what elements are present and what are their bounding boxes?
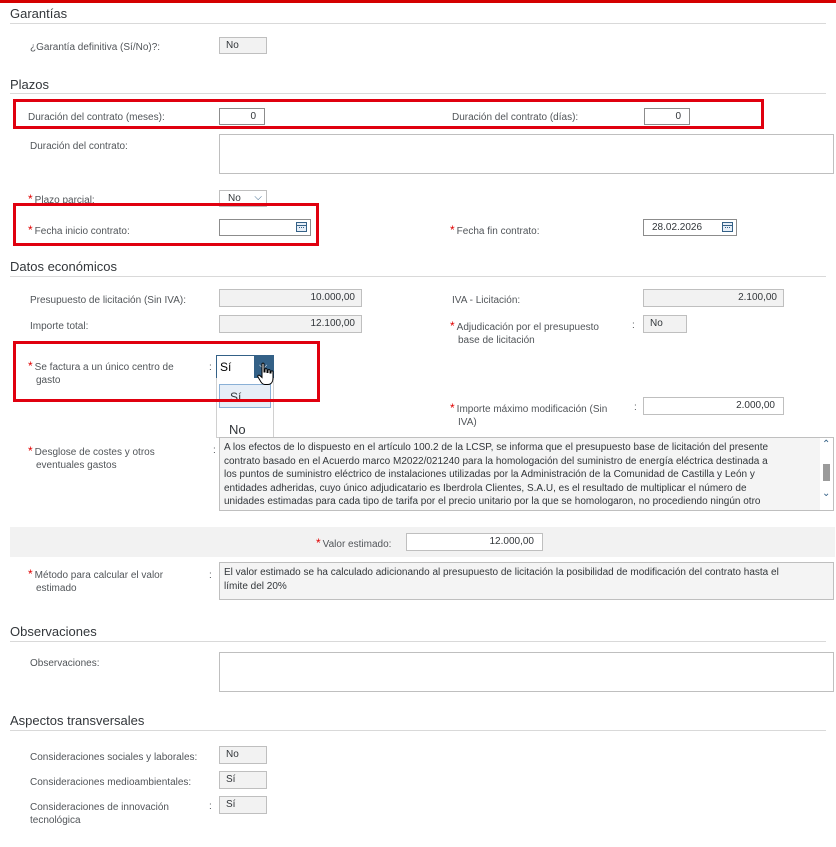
section-title-aspectos: Aspectos transversales bbox=[10, 713, 145, 728]
metodo-line: El valor estimado se ha calculado adicio… bbox=[224, 567, 779, 578]
iva-label: IVA - Licitación: bbox=[452, 295, 521, 306]
colon: : bbox=[209, 801, 212, 812]
section-title-plazos: Plazos bbox=[10, 77, 50, 92]
section-divider bbox=[10, 641, 826, 642]
duracion-contrato-textarea[interactable] bbox=[219, 134, 834, 174]
adjudicacion-value: No bbox=[643, 315, 687, 333]
section-divider bbox=[10, 730, 826, 731]
innovacion-label: Consideraciones de innovación tecnológica bbox=[30, 802, 169, 826]
section-divider bbox=[10, 93, 826, 94]
desglose-scrollbar[interactable]: ⌃ ⌄ bbox=[820, 438, 833, 510]
fecha-fin-input[interactable]: 28.02.2026 bbox=[643, 219, 737, 236]
observaciones-textarea[interactable] bbox=[219, 652, 834, 692]
medioambientales-value: Sí bbox=[219, 771, 267, 789]
metodo-line: límite del 20% bbox=[224, 580, 287, 592]
innovacion-value: Sí bbox=[219, 796, 267, 814]
metodo-label: * Método para calcular el valor estimado bbox=[28, 567, 164, 595]
highlight-factura-centro bbox=[13, 341, 320, 402]
required-asterisk: * bbox=[450, 319, 455, 333]
importe-total-label: Importe total: bbox=[30, 321, 89, 332]
garantia-definitiva-label: ¿Garantía definitiva (Sí/No)?: bbox=[30, 42, 161, 53]
importe-total-value: 12.100,00 bbox=[219, 315, 362, 333]
highlight-fecha-inicio bbox=[13, 203, 319, 246]
desglose-line: unidades estimadas para cada tipo de tar… bbox=[224, 496, 761, 507]
required-asterisk: * bbox=[450, 223, 455, 237]
colon: : bbox=[634, 402, 637, 413]
metodo-textarea[interactable]: El valor estimado se ha calculado adicio… bbox=[219, 562, 834, 600]
observaciones-label: Observaciones: bbox=[30, 658, 100, 669]
colon: : bbox=[213, 445, 216, 456]
scrollbar-thumb[interactable] bbox=[823, 464, 830, 481]
option-label: No bbox=[229, 422, 246, 437]
presupuesto-label: Presupuesto de licitación (Sin IVA): bbox=[30, 295, 187, 306]
duracion-contrato-label: Duración del contrato: bbox=[30, 141, 128, 152]
desglose-textarea[interactable]: A los efectos de lo dispuesto en el artí… bbox=[219, 437, 834, 511]
sociales-value: No bbox=[219, 746, 267, 764]
required-asterisk: * bbox=[28, 444, 33, 458]
chevron-down-icon[interactable]: ⌄ bbox=[822, 488, 830, 499]
top-red-bar bbox=[0, 0, 836, 3]
required-asterisk: * bbox=[28, 567, 33, 581]
valor-estimado-input[interactable]: 12.000,00 bbox=[406, 533, 543, 551]
desglose-line: A los efectos de lo dispuesto en el artí… bbox=[224, 442, 769, 453]
metodo-text: El valor estimado se ha calculado adicio… bbox=[224, 566, 779, 593]
section-title-observaciones: Observaciones bbox=[10, 624, 97, 639]
valor-estimado-label: * Valor estimado: bbox=[316, 536, 392, 551]
medioambientales-label: Consideraciones medioambientales: bbox=[30, 777, 192, 788]
fecha-fin-value: 28.02.2026 bbox=[652, 222, 703, 233]
importe-max-label: * Importe máximo modificación (Sin IVA) bbox=[450, 401, 608, 429]
desglose-line: los puntos de suministro eléctrico de in… bbox=[224, 469, 755, 480]
section-divider bbox=[10, 276, 826, 277]
chevron-up-icon[interactable]: ⌃ bbox=[822, 439, 830, 450]
adjudicacion-label: * Adjudicación por el presupuesto base de … bbox=[450, 319, 599, 347]
sociales-label: Consideraciones sociales y laborales: bbox=[30, 752, 198, 763]
colon: : bbox=[209, 570, 212, 581]
desglose-text: A los efectos de lo dispuesto en el artí… bbox=[224, 441, 816, 509]
dropdown-option-no[interactable]: No bbox=[219, 417, 271, 437]
desglose-label: * Desglose de costes y otros eventuales ga… bbox=[28, 444, 155, 472]
iva-value: 2.100,00 bbox=[643, 289, 784, 307]
highlight-duracion bbox=[13, 99, 764, 129]
section-divider bbox=[10, 23, 826, 24]
desglose-line: entidades adheridas, cuyo único adjudica… bbox=[224, 482, 747, 494]
importe-max-input[interactable]: 2.000,00 bbox=[643, 397, 784, 415]
garantia-definitiva-value: No bbox=[219, 37, 267, 54]
section-title-datos: Datos económicos bbox=[10, 259, 117, 274]
required-asterisk: * bbox=[316, 536, 321, 550]
presupuesto-value: 10.000,00 bbox=[219, 289, 362, 307]
calendar-icon[interactable] bbox=[722, 222, 733, 232]
desglose-line: contrato basado en el Acuerdo marco M202… bbox=[224, 455, 768, 467]
fecha-fin-label: * Fecha fin contrato: bbox=[450, 223, 540, 238]
colon: : bbox=[632, 320, 635, 331]
required-asterisk: * bbox=[450, 401, 455, 415]
section-title-garantias: Garantías bbox=[10, 6, 68, 21]
